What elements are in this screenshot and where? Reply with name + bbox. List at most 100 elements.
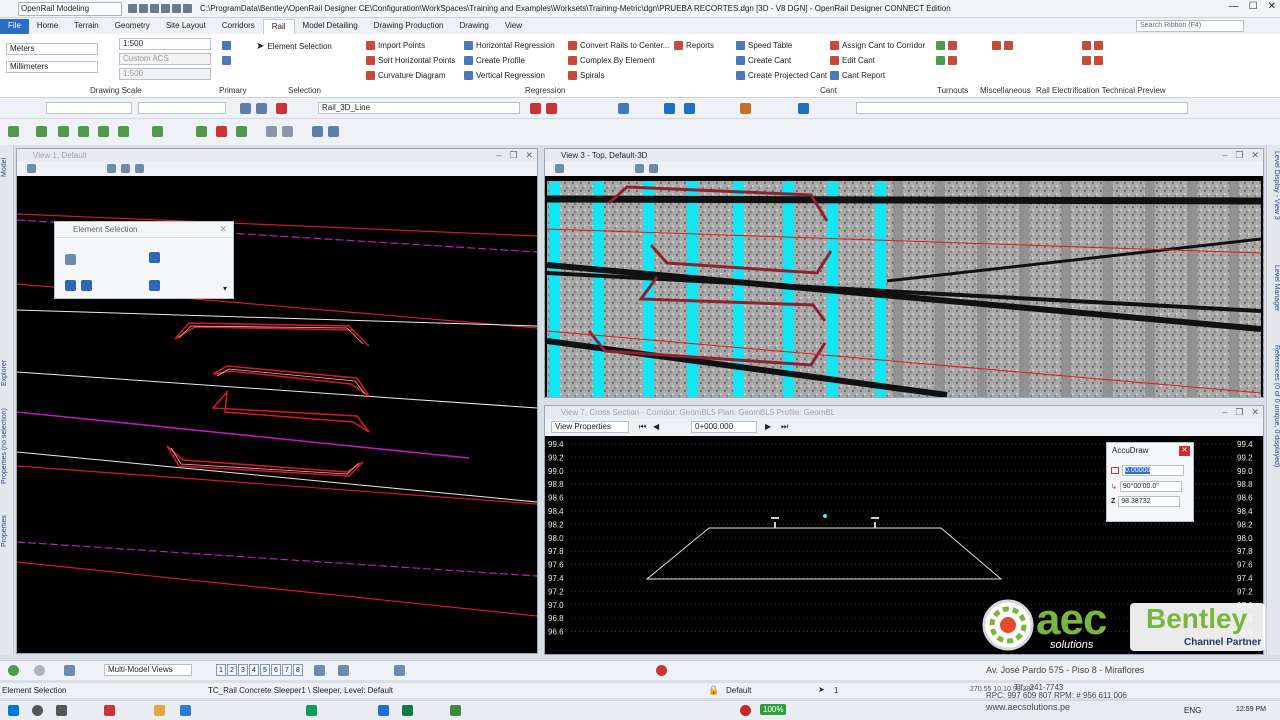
forward-icon[interactable] [34, 665, 45, 676]
app-icon-3[interactable] [306, 705, 317, 716]
start-icon[interactable] [8, 705, 19, 716]
tab-properties-no-selection[interactable]: Properties (no selection) [1, 401, 13, 491]
tab-level-display[interactable]: Level Display - View 3 [1268, 151, 1280, 237]
tab-view[interactable]: View [497, 19, 530, 34]
tab-geometry[interactable]: Geometry [107, 19, 158, 34]
view-number-button[interactable]: 3 [238, 664, 248, 676]
tool-icon-2[interactable] [36, 126, 47, 137]
ribbon-search-input[interactable]: Search Ribbon (F4) [1136, 20, 1244, 32]
sort-horizontal-points-button[interactable]: Sort Horizontal Points [366, 56, 455, 65]
horizontal-regression-button[interactable]: Horizontal Regression [464, 41, 555, 50]
chevron-down-icon[interactable]: ▾ [223, 284, 227, 293]
app-icon-1[interactable] [104, 705, 115, 716]
tab-model-detailing[interactable]: Model Detailing [295, 19, 366, 34]
render-icon[interactable] [798, 103, 809, 114]
electrification-icon-2[interactable] [1082, 56, 1103, 65]
tab-file[interactable]: File [0, 19, 29, 34]
units-select-1[interactable]: Meters [6, 43, 98, 55]
distance-field[interactable]: 0.00000 [1122, 465, 1184, 476]
reports-button[interactable]: Reports [674, 41, 714, 50]
vertical-regression-button[interactable]: Vertical Regression [464, 71, 545, 80]
weight-icon[interactable] [256, 103, 267, 114]
task-view-icon[interactable] [56, 705, 67, 716]
app-icon-2[interactable] [154, 705, 165, 716]
zoom-in-icon[interactable] [107, 164, 116, 173]
tab-properties[interactable]: Properties [1, 509, 13, 553]
scale-select-2[interactable]: 1:500 [119, 68, 211, 80]
spirals-button[interactable]: Spirals [568, 71, 604, 80]
acs-select[interactable]: Custom ACS [119, 53, 211, 65]
station-input[interactable]: 0+000.000 [691, 421, 757, 433]
view-number-button[interactable]: 6 [271, 664, 281, 676]
minimize-icon[interactable]: – [1222, 407, 1227, 418]
misc-tool-icon[interactable] [992, 41, 1013, 50]
lock-icon[interactable] [618, 103, 629, 114]
minimize-icon[interactable]: — [1229, 1, 1239, 12]
light-icon[interactable] [740, 103, 751, 114]
selection-options-icon[interactable] [149, 280, 160, 291]
edit-cant-button[interactable]: Edit Cant [830, 56, 875, 65]
tab-drawing-production[interactable]: Drawing Production [366, 19, 452, 34]
group-icon[interactable] [266, 126, 277, 137]
first-station-icon[interactable]: ⏮ [639, 422, 646, 432]
view-3-canvas[interactable] [547, 181, 1261, 397]
create-cant-button[interactable]: Create Cant [736, 56, 791, 65]
tool-icon-6[interactable] [118, 126, 129, 137]
turnout-icon[interactable] [936, 41, 957, 50]
create-profile-button[interactable]: Create Profile [464, 56, 525, 65]
angle-field[interactable]: 90°00'00.0" [1119, 481, 1182, 492]
selection-mode-icon[interactable] [149, 252, 160, 263]
tool-icon-3[interactable] [58, 126, 69, 137]
print-icon[interactable] [172, 4, 181, 13]
turnout-edit-icon[interactable] [936, 56, 957, 65]
add-icon[interactable] [81, 280, 92, 291]
curvature-diagram-button[interactable]: Curvature Diagram [366, 71, 446, 80]
tab-drawing[interactable]: Drawing [451, 19, 496, 34]
search-icon[interactable] [32, 705, 43, 716]
scale-select[interactable]: 1:500 [119, 38, 211, 50]
open-icon[interactable] [139, 4, 148, 13]
lock-icon[interactable]: 🔒 [708, 685, 719, 696]
tab-level-manager[interactable]: Level Manager [1268, 265, 1280, 325]
view-attributes-icon[interactable] [555, 164, 564, 173]
move-tool-icon[interactable] [338, 665, 349, 676]
tab-terrain[interactable]: Terrain [66, 19, 106, 34]
tab-model[interactable]: Model [1, 149, 13, 185]
cursor-tool-icon[interactable] [314, 665, 325, 676]
undo-icon[interactable] [150, 4, 159, 13]
selection-method-icon[interactable] [65, 254, 76, 265]
close-icon[interactable]: ✕ [1251, 150, 1259, 161]
group-icon-2[interactable] [282, 126, 293, 137]
outlook-icon[interactable] [378, 705, 389, 716]
next-station-icon[interactable]: ▶ [765, 422, 771, 431]
browser-icon[interactable] [180, 705, 191, 716]
globe-icon[interactable] [664, 103, 675, 114]
tab-references[interactable]: References (0 of 0 unique, 0 displayed) [1268, 345, 1280, 535]
tab-explorer[interactable]: Explorer [1, 351, 13, 395]
view-attributes-icon[interactable] [27, 164, 36, 173]
stop-icon[interactable] [656, 665, 667, 676]
tool-icon-4[interactable] [78, 126, 89, 137]
create-projected-cant-button[interactable]: Create Projected Cant [736, 71, 827, 80]
models-icon[interactable] [64, 665, 75, 676]
draw-icon[interactable] [530, 103, 541, 114]
delete-tool-icon[interactable] [216, 126, 227, 137]
view-number-button[interactable]: 2 [227, 664, 237, 676]
workflow-select[interactable]: OpenRail Modeling [18, 1, 122, 16]
tab-site-layout[interactable]: Site Layout [158, 19, 214, 34]
minimize-icon[interactable]: – [496, 150, 501, 161]
units-select-2[interactable]: Millimeters [6, 61, 98, 73]
cant-report-button[interactable]: Cant Report [830, 71, 885, 80]
restore-icon[interactable]: ❐ [509, 150, 517, 161]
close-icon[interactable]: ✕ [1251, 407, 1259, 418]
element-selection-button[interactable]: ➤ Element Selection [256, 41, 332, 52]
group-icon-4[interactable] [328, 126, 339, 137]
close-icon[interactable]: ✕ [1179, 446, 1190, 456]
command-input[interactable] [856, 102, 1188, 114]
record-icon[interactable] [740, 705, 751, 716]
tool-icon-5[interactable] [98, 126, 109, 137]
fill-icon[interactable] [546, 103, 557, 114]
view-number-button[interactable]: 5 [260, 664, 270, 676]
view-number-button[interactable]: 8 [293, 664, 303, 676]
close-icon[interactable]: ✕ [219, 224, 227, 235]
